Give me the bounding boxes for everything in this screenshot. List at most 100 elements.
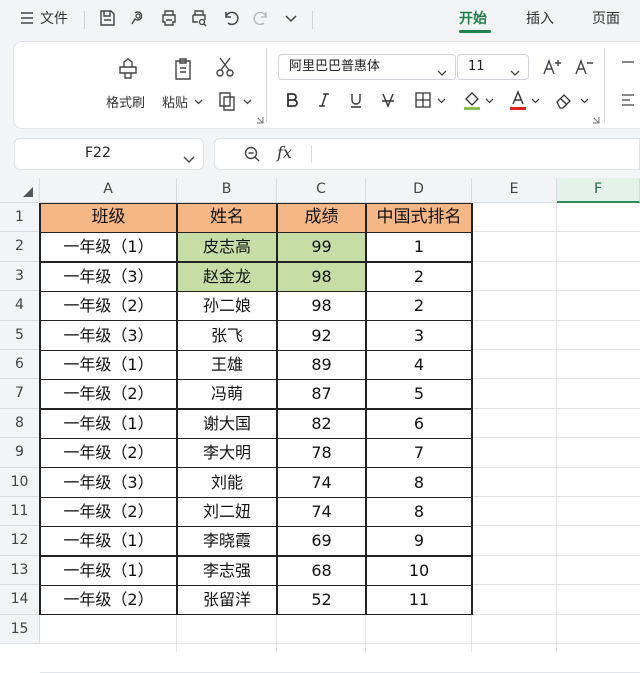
- borders-icon[interactable]: [414, 91, 432, 109]
- select-all-corner[interactable]: [0, 178, 40, 203]
- table-cell[interactable]: 一年级（2）: [40, 585, 177, 615]
- table-cell[interactable]: 9: [366, 526, 472, 556]
- table-cell[interactable]: 王雄: [177, 350, 277, 380]
- font-color-chevron-down-icon[interactable]: [531, 96, 540, 105]
- table-cell[interactable]: 74: [277, 497, 366, 527]
- underline-icon[interactable]: [348, 92, 364, 108]
- share-icon[interactable]: [128, 9, 146, 27]
- row-header-9[interactable]: 9: [0, 438, 40, 468]
- table-cell[interactable]: 2: [366, 291, 472, 321]
- table-cell[interactable]: 3: [366, 320, 472, 350]
- row-header-15[interactable]: 15: [0, 614, 40, 644]
- fill-color-chevron-down-icon[interactable]: [485, 96, 494, 105]
- tab-insert[interactable]: 插入: [526, 8, 554, 28]
- font-name-dropdown[interactable]: 阿里巴巴普惠体: [278, 54, 456, 80]
- more-chevron-down-icon[interactable]: [282, 9, 300, 27]
- table-cell[interactable]: 刘能: [177, 467, 277, 497]
- name-box[interactable]: F22: [14, 138, 204, 170]
- table-cell[interactable]: 冯萌: [177, 379, 277, 409]
- table-cell[interactable]: 4: [366, 350, 472, 380]
- cut-icon[interactable]: [214, 56, 236, 78]
- print-icon[interactable]: [160, 9, 178, 27]
- table-cell[interactable]: 李大明: [177, 438, 277, 468]
- clear-format-eraser-icon[interactable]: [554, 91, 574, 109]
- column-header-d[interactable]: D: [366, 178, 472, 203]
- font-size-dropdown[interactable]: 11: [457, 54, 529, 80]
- copy-chevron-down-icon[interactable]: [243, 97, 252, 106]
- dialog-launcher-icon[interactable]: [256, 116, 264, 124]
- row-header-5[interactable]: 5: [0, 320, 40, 350]
- strikethrough-icon[interactable]: [380, 92, 396, 108]
- table-cell[interactable]: 一年级（3）: [40, 261, 177, 292]
- table-cell[interactable]: 一年级（2）: [40, 497, 177, 527]
- row-header-4[interactable]: 4: [0, 291, 40, 321]
- format-painter-label[interactable]: 格式刷: [106, 92, 145, 111]
- paste-icon[interactable]: [170, 56, 196, 82]
- name-box-chevron-down-icon[interactable]: [183, 149, 195, 168]
- column-header-e[interactable]: E: [472, 178, 557, 203]
- table-cell[interactable]: 一年级（1）: [40, 526, 177, 556]
- table-cell[interactable]: 99: [277, 232, 366, 262]
- clear-format-chevron-down-icon[interactable]: [580, 96, 589, 105]
- table-cell[interactable]: 98: [277, 291, 366, 321]
- table-header-cell[interactable]: 成绩: [277, 203, 366, 233]
- table-cell[interactable]: 1: [366, 232, 472, 262]
- table-cell[interactable]: 李志强: [177, 555, 277, 586]
- table-cell[interactable]: 一年级（2）: [40, 379, 177, 409]
- table-cell[interactable]: 一年级（3）: [40, 467, 177, 497]
- column-header-a[interactable]: A: [40, 178, 177, 203]
- fill-color-icon[interactable]: [462, 89, 482, 111]
- row-header-8[interactable]: 8: [0, 408, 40, 439]
- table-header-cell[interactable]: 中国式排名: [366, 203, 472, 233]
- redo-icon[interactable]: [252, 9, 270, 27]
- table-cell[interactable]: 2: [366, 261, 472, 292]
- table-cell[interactable]: 一年级（1）: [40, 555, 177, 586]
- table-cell[interactable]: 69: [277, 526, 366, 556]
- table-cell[interactable]: 赵金龙: [177, 261, 277, 292]
- table-cell[interactable]: 78: [277, 438, 366, 468]
- hamburger-menu-icon[interactable]: [18, 9, 36, 27]
- column-header-b[interactable]: B: [177, 178, 277, 203]
- row-header-3[interactable]: 3: [0, 261, 40, 292]
- borders-chevron-down-icon[interactable]: [437, 96, 446, 105]
- column-header-c[interactable]: C: [277, 178, 366, 203]
- table-header-cell[interactable]: 班级: [40, 203, 177, 233]
- increase-font-size-icon[interactable]: [542, 57, 562, 77]
- table-cell[interactable]: 张留洋: [177, 585, 277, 615]
- row-header-12[interactable]: 12: [0, 526, 40, 556]
- tab-page[interactable]: 页面: [592, 8, 620, 28]
- formula-input-box[interactable]: fx: [214, 138, 640, 170]
- paste-label[interactable]: 粘贴: [162, 92, 188, 111]
- table-cell[interactable]: 一年级（1）: [40, 408, 177, 439]
- table-cell[interactable]: 一年级（1）: [40, 350, 177, 380]
- bold-icon[interactable]: [284, 92, 300, 108]
- table-cell[interactable]: 98: [277, 261, 366, 292]
- undo-icon[interactable]: [222, 9, 240, 27]
- table-cell[interactable]: 7: [366, 438, 472, 468]
- table-cell[interactable]: 8: [366, 497, 472, 527]
- format-painter-icon[interactable]: [115, 56, 141, 82]
- table-cell[interactable]: 谢大国: [177, 408, 277, 439]
- table-cell[interactable]: 82: [277, 408, 366, 439]
- table-cell[interactable]: 刘二妞: [177, 497, 277, 527]
- table-cell[interactable]: 6: [366, 408, 472, 439]
- table-header-cell[interactable]: 姓名: [177, 203, 277, 233]
- align-left-icon[interactable]: [620, 92, 634, 108]
- table-cell[interactable]: 87: [277, 379, 366, 409]
- row-header-6[interactable]: 6: [0, 350, 40, 380]
- row-header-7[interactable]: 7: [0, 379, 40, 409]
- copy-icon[interactable]: [216, 90, 238, 112]
- table-cell[interactable]: 11: [366, 585, 472, 615]
- paste-chevron-down-icon[interactable]: [194, 97, 203, 106]
- row-header-1[interactable]: 1: [0, 203, 40, 233]
- table-cell[interactable]: 89: [277, 350, 366, 380]
- table-cell[interactable]: 李晓霞: [177, 526, 277, 556]
- font-color-icon[interactable]: [508, 89, 528, 111]
- table-cell[interactable]: 皮志高: [177, 232, 277, 262]
- table-cell[interactable]: 张飞: [177, 320, 277, 350]
- row-header-11[interactable]: 11: [0, 497, 40, 527]
- fx-icon[interactable]: fx: [277, 143, 292, 162]
- italic-icon[interactable]: [316, 92, 332, 108]
- print-preview-icon[interactable]: [190, 9, 208, 27]
- column-header-f[interactable]: F: [557, 178, 640, 203]
